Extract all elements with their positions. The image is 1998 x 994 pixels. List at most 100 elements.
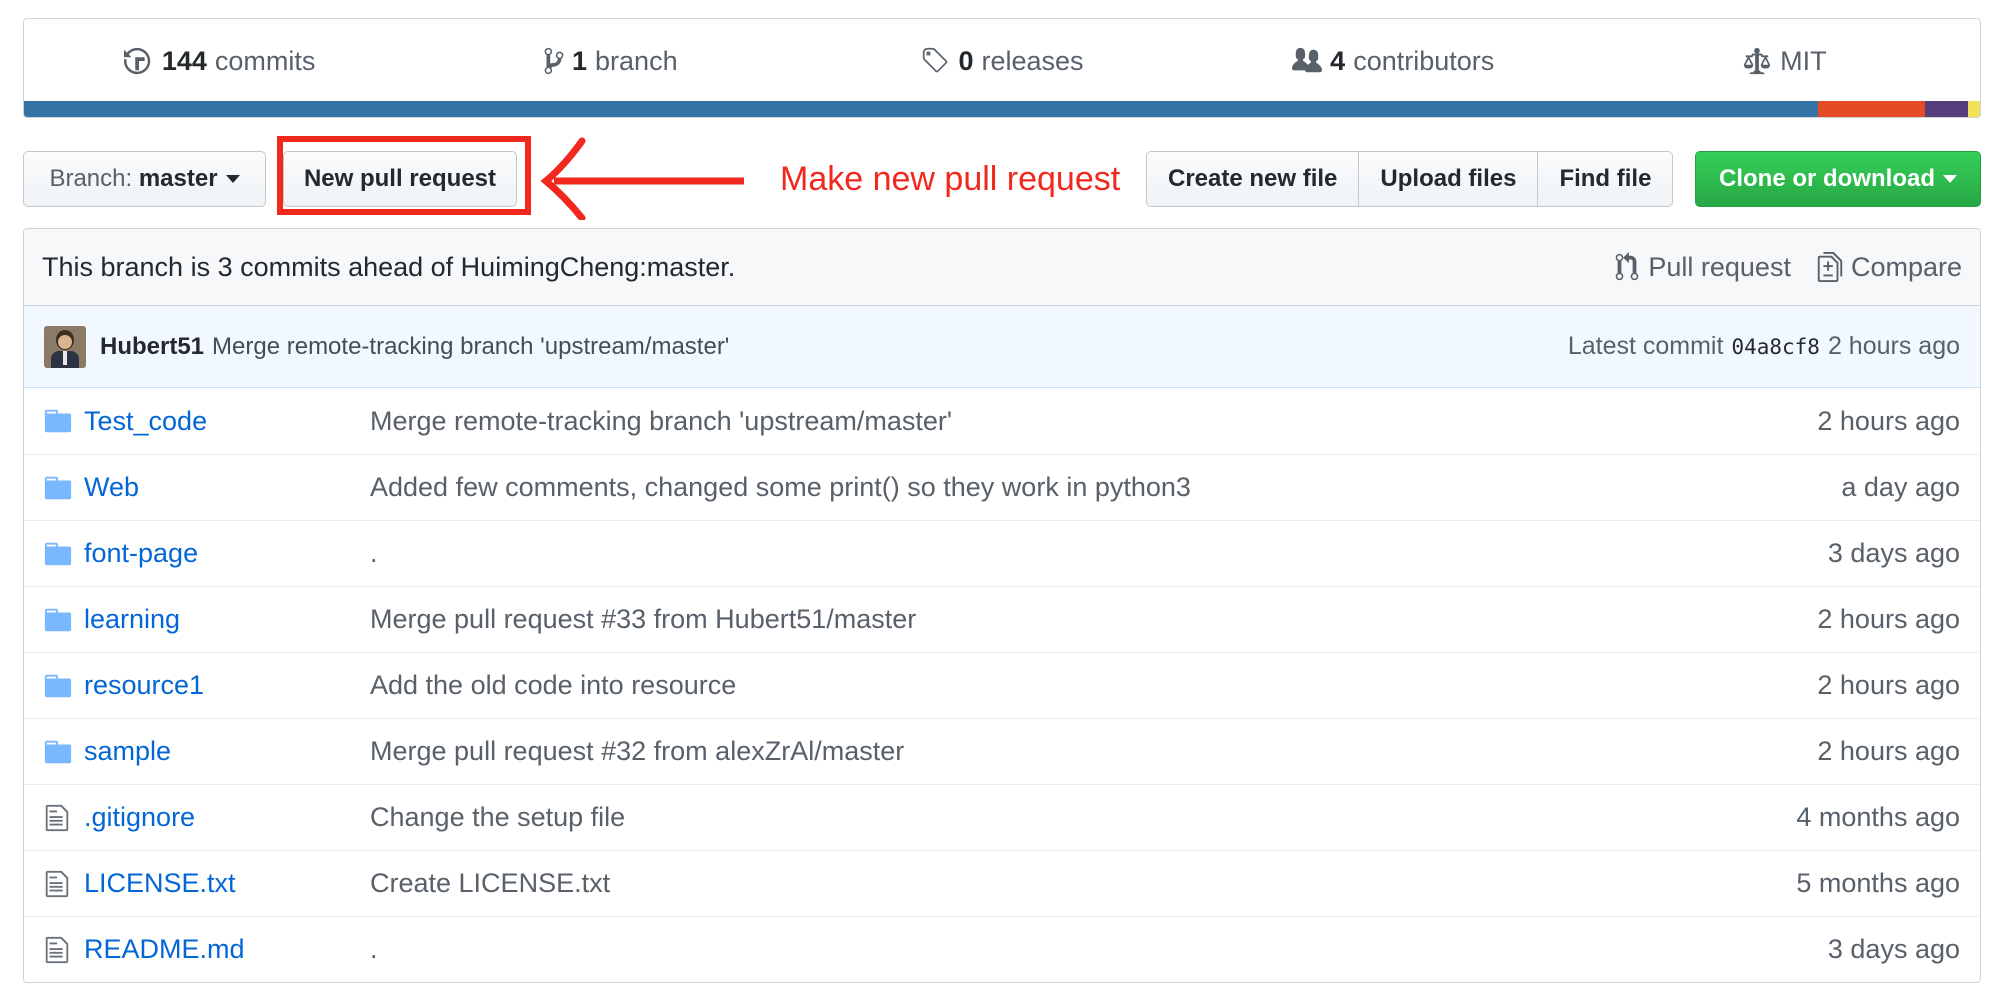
repo-summary: 144 commits 1 branch 0 releases 4 contri… <box>23 18 1981 118</box>
commit-author[interactable]: Hubert51 <box>100 333 204 361</box>
file-row: resource1 Add the old code into resource 2… <box>24 652 1980 718</box>
folder-icon <box>44 539 74 569</box>
branch-status-text: This branch is 3 commits ahead of Huimin… <box>42 251 736 282</box>
compare-label: Compare <box>1850 251 1962 282</box>
folder-icon <box>44 605 74 635</box>
branch-select-button[interactable]: Branch: master <box>23 151 266 207</box>
file-commit-message[interactable]: Added few comments, changed some print()… <box>370 472 1841 503</box>
author-avatar[interactable] <box>44 325 86 368</box>
diff-icon <box>1817 252 1843 282</box>
file-actions-group: Create new file Upload files Find file <box>1146 151 1674 207</box>
file-row: LICENSE.txt Create LICENSE.txt 5 months ag… <box>24 850 1980 916</box>
file-commit-age: 2 hours ago <box>1817 736 1960 766</box>
file-row: README.md. 3 days ago <box>24 916 1980 982</box>
file-commit-age: 2 hours ago <box>1817 670 1960 700</box>
file-name-link[interactable]: LICENSE.txt <box>84 868 370 899</box>
latest-commit-prefix: Latest commit <box>1567 332 1724 360</box>
file-name-link[interactable]: .gitignore <box>84 802 370 833</box>
commit-message[interactable]: Merge remote-tracking branch 'upstream/m… <box>212 333 729 361</box>
pull-request-label: Pull request <box>1648 251 1791 282</box>
releases-link[interactable]: 0 releases <box>806 19 1197 103</box>
file-row: .gitignore Change the setup file 4 months … <box>24 784 1980 850</box>
language-bar-segment <box>24 101 1818 117</box>
file-tree-panel: This branch is 3 commits ahead of Huimin… <box>23 228 1981 983</box>
branch-icon <box>544 47 564 75</box>
file-commit-message[interactable]: Merge remote-tracking branch 'upstream/m… <box>370 406 1817 437</box>
file-name-link[interactable]: sample <box>84 736 370 767</box>
file-commit-message[interactable]: Create LICENSE.txt <box>370 868 1796 899</box>
license-label: MIT <box>1780 45 1827 76</box>
people-icon <box>1292 47 1323 73</box>
file-commit-message[interactable]: Add the old code into resource <box>370 670 1817 701</box>
branch-label: branch <box>595 45 678 76</box>
file-commit-message[interactable]: . <box>370 934 1828 965</box>
file-row: Test_code Merge remote-tracking branch 'u… <box>24 388 1980 454</box>
file-name-link[interactable]: learning <box>84 604 370 635</box>
create-new-file-button[interactable]: Create new file <box>1146 151 1360 207</box>
file-text-icon <box>44 935 74 965</box>
caret-down-icon <box>1943 175 1957 183</box>
file-row: Web Added few comments, changed some prin… <box>24 454 1980 520</box>
file-commit-age: 4 months ago <box>1796 802 1960 832</box>
folder-icon <box>44 406 74 436</box>
language-bar-segment <box>1968 101 1980 117</box>
branch-name: master <box>138 165 218 192</box>
commits-link[interactable]: 144 commits <box>24 19 415 103</box>
file-commit-age: 2 hours ago <box>1817 405 1960 436</box>
file-commit-message[interactable]: . <box>370 538 1828 569</box>
contributors-link[interactable]: 4 contributors <box>1198 19 1589 103</box>
file-name-link[interactable]: README.md <box>84 934 370 965</box>
file-name-link[interactable]: Test_code <box>84 406 370 437</box>
file-name-link[interactable]: resource1 <box>84 670 370 701</box>
file-name-link[interactable]: font-page <box>84 538 370 569</box>
caret-down-icon <box>225 175 240 183</box>
contributors-label: contributors <box>1353 45 1495 76</box>
annotation-text: Make new pull request <box>780 160 1121 198</box>
file-text-icon <box>44 869 74 899</box>
file-commit-age: a day ago <box>1841 472 1960 502</box>
file-name-link[interactable]: Web <box>84 472 370 503</box>
commits-count: 144 <box>161 45 207 76</box>
upload-files-label: Upload files <box>1380 165 1517 192</box>
find-file-button[interactable]: Find file <box>1537 151 1674 207</box>
upload-files-button[interactable]: Upload files <box>1358 151 1539 207</box>
language-bar-segment <box>1925 101 1969 117</box>
create-new-file-label: Create new file <box>1168 165 1338 192</box>
file-row: learning Merge pull request #33 from Hube… <box>24 586 1980 652</box>
pull-request-link[interactable]: Pull request <box>1614 252 1791 283</box>
file-commit-message[interactable]: Merge pull request #33 from Hubert51/mas… <box>370 604 1817 635</box>
commits-label: commits <box>214 45 316 76</box>
file-row: sample Merge pull request #32 from alexZr… <box>24 718 1980 784</box>
commit-age: 2 hours ago <box>1827 332 1960 360</box>
releases-label: releases <box>981 45 1084 76</box>
file-commit-age: 5 months ago <box>1796 868 1960 898</box>
tag-icon <box>923 47 948 73</box>
branch-count: 1 <box>572 45 588 76</box>
file-commit-age: 3 days ago <box>1827 538 1960 568</box>
branches-link[interactable]: 1 branch <box>415 19 806 103</box>
language-bar-segment <box>1817 101 1926 117</box>
file-commit-message[interactable]: Merge pull request #32 from alexZrAl/mas… <box>370 736 1817 767</box>
file-text-icon <box>44 803 74 833</box>
folder-icon <box>44 473 74 503</box>
folder-icon <box>44 737 74 767</box>
language-bar[interactable] <box>24 101 1980 117</box>
file-commit-age: 3 days ago <box>1827 934 1960 964</box>
file-row: font-page. 3 days ago <box>24 520 1980 586</box>
license-link[interactable]: MIT <box>1589 19 1980 103</box>
latest-commit-bar: Hubert51 Merge remote-tracking branch 'u… <box>24 306 1980 388</box>
file-list: Test_code Merge remote-tracking branch 'u… <box>24 388 1980 982</box>
file-commit-message[interactable]: Change the setup file <box>370 802 1796 833</box>
history-icon <box>123 47 151 75</box>
branch-prefix: Branch: <box>49 165 133 192</box>
folder-icon <box>44 671 74 701</box>
branch-status-bar: This branch is 3 commits ahead of Huimin… <box>24 229 1980 306</box>
clone-download-button[interactable]: Clone or download <box>1695 151 1981 207</box>
annotation-arrow-icon <box>540 137 744 220</box>
commit-sha[interactable]: 04a8cf8 <box>1731 335 1820 359</box>
releases-count: 0 <box>958 45 974 76</box>
find-file-label: Find file <box>1559 165 1652 192</box>
git-pull-request-icon <box>1616 252 1639 281</box>
compare-link[interactable]: Compare <box>1817 252 1962 283</box>
law-icon <box>1744 47 1771 75</box>
